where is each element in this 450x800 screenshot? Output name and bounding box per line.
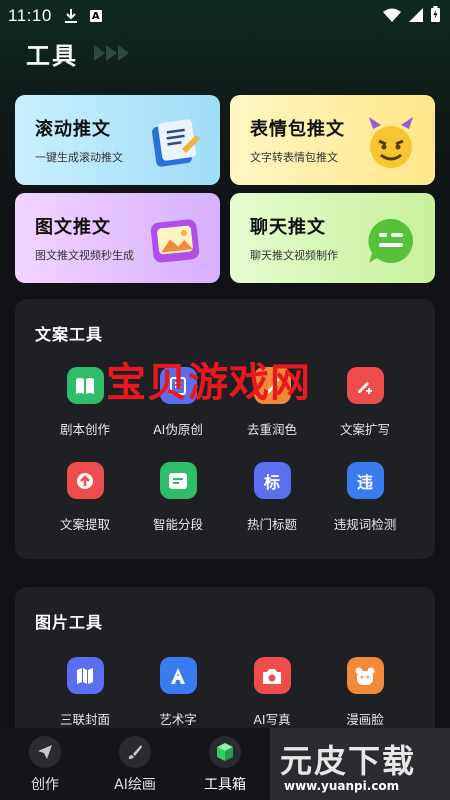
tool-hot-titles[interactable]: 标 热门标题 <box>222 462 322 533</box>
triptych-icon <box>66 657 104 694</box>
picture-frame-icon <box>148 213 204 269</box>
tool-triptych-cover[interactable]: 三联封面 <box>35 657 135 728</box>
panel-title: 文案工具 <box>35 325 104 344</box>
tool-label: 文案提取 <box>59 517 110 532</box>
nav-label: AI绘画 <box>114 777 156 793</box>
tool-label: 三联封面 <box>59 712 110 727</box>
brand-name: 元皮下载 <box>280 742 417 780</box>
status-bar: 11:10 A <box>0 0 450 32</box>
edit-plus-icon <box>346 367 384 404</box>
nav-toolbox[interactable]: 工具箱 <box>185 736 265 794</box>
title-icon: 标 <box>253 462 291 499</box>
nav-label: 工具箱 <box>204 777 246 793</box>
page-header: 工具 <box>26 38 129 70</box>
tool-label: 艺术字 <box>159 712 197 727</box>
tool-label: 违规词检测 <box>333 517 397 532</box>
copy-tools-panel: 文案工具 剧本创作 AI伪原创 去重润色 文案扩写 文案提取 智能分段 标 热门… <box>15 299 435 559</box>
card-scroll-post[interactable]: 滚动推文 一键生成滚动推文 <box>15 95 220 185</box>
nav-label: 创作 <box>31 777 59 793</box>
tool-label: 文案扩写 <box>339 422 390 437</box>
arrows-decoration-icon <box>94 45 129 61</box>
camera-icon <box>253 657 291 694</box>
cube-icon <box>209 736 241 768</box>
a-notification-icon: A <box>89 10 102 22</box>
status-time: 11:10 <box>8 6 52 25</box>
chat-bubble-icon <box>363 213 419 269</box>
devil-emoji-icon <box>363 115 419 171</box>
tool-label: 智能分段 <box>152 517 203 532</box>
image-tools-panel: 图片工具 三联封面 艺术字 AI写真 漫画脸 <box>15 587 435 747</box>
nav-ai-painting[interactable]: AI绘画 <box>95 736 175 794</box>
panel-title: 图片工具 <box>35 613 104 632</box>
tool-smart-segment[interactable]: 智能分段 <box>128 462 228 533</box>
wifi-icon <box>383 7 401 26</box>
upload-icon <box>66 462 104 499</box>
battery-icon <box>431 6 440 26</box>
paper-plane-icon <box>29 736 61 768</box>
tool-label: 热门标题 <box>246 517 297 532</box>
tool-label: 剧本创作 <box>59 422 110 437</box>
watermark: 宝贝游戏网 <box>106 360 311 406</box>
violation-icon: 违 <box>346 462 384 499</box>
violation-icon-text: 违 <box>356 472 373 492</box>
tool-label: AI写真 <box>253 712 291 727</box>
card-emoji-post[interactable]: 表情包推文 文字转表情包推文 <box>230 95 435 185</box>
tool-label: AI伪原创 <box>153 422 203 437</box>
tool-comic-face[interactable]: 漫画脸 <box>315 657 415 728</box>
download-icon <box>64 8 78 24</box>
bear-face-icon <box>346 657 384 694</box>
paragraph-icon <box>159 462 197 499</box>
tool-violation-check[interactable]: 违 违规词检测 <box>315 462 415 533</box>
tool-copy-extract[interactable]: 文案提取 <box>35 462 135 533</box>
page-title: 工具 <box>26 41 78 70</box>
nav-create[interactable]: 创作 <box>5 736 85 794</box>
tool-copy-expand[interactable]: 文案扩写 <box>315 367 415 438</box>
book-icon <box>66 367 104 404</box>
notebook-icon <box>148 115 204 171</box>
tool-art-text[interactable]: 艺术字 <box>128 657 228 728</box>
tool-label: 漫画脸 <box>346 712 384 727</box>
brand-url: www.yuanpi.com <box>284 779 400 793</box>
card-chat-post[interactable]: 聊天推文 聊天推文视频制作 <box>230 193 435 283</box>
art-text-icon <box>159 657 197 694</box>
card-image-post[interactable]: 图文推文 图文推文视频秒生成 <box>15 193 220 283</box>
a-icon-letter: A <box>91 10 100 22</box>
brush-icon <box>119 736 151 768</box>
signal-icon <box>409 7 423 26</box>
tool-label: 去重润色 <box>246 422 297 437</box>
tool-ai-portrait[interactable]: AI写真 <box>222 657 322 728</box>
brand-watermark: 元皮下载 www.yuanpi.com <box>270 728 450 800</box>
title-icon-text: 标 <box>263 472 280 492</box>
